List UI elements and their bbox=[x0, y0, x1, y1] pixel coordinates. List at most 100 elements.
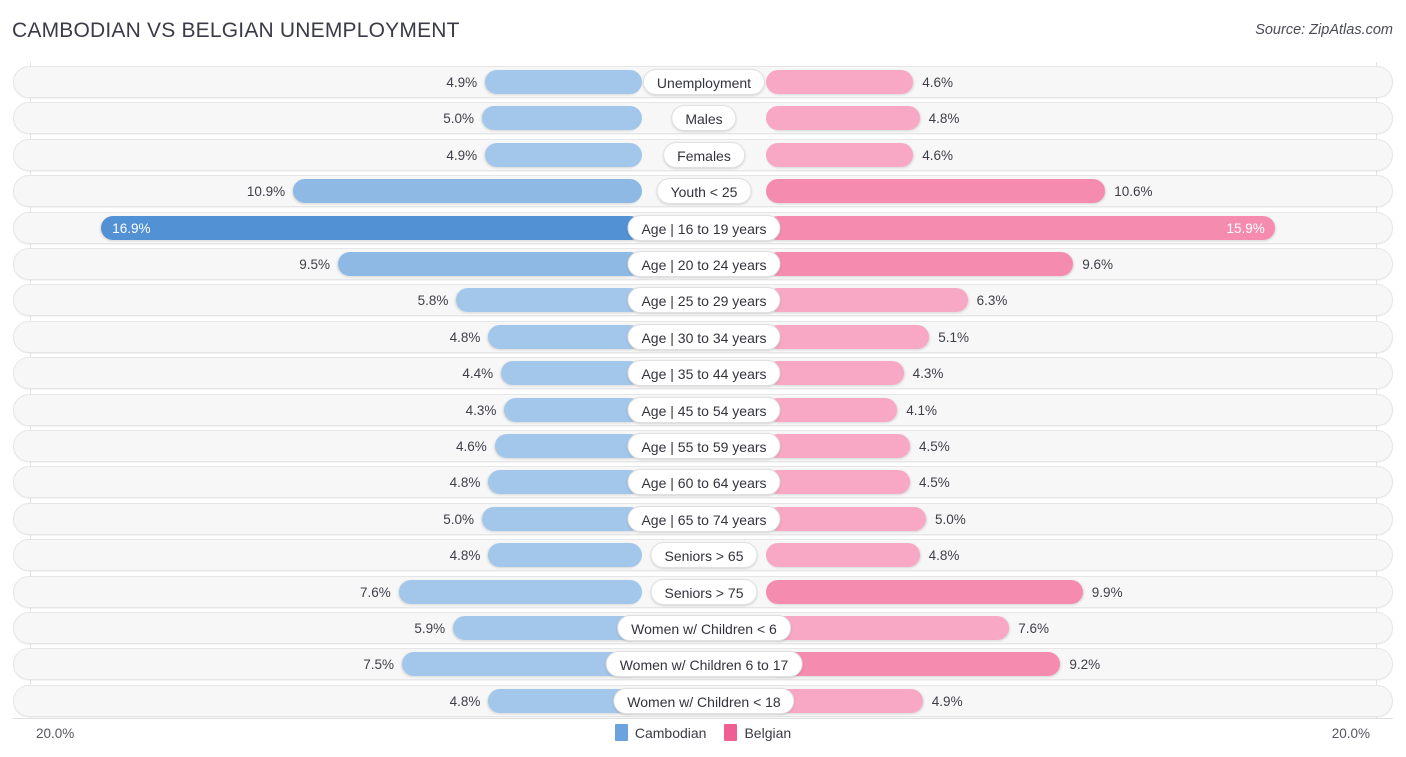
table-row: 4.8% 4.9% Women w/ Children < 18 bbox=[13, 684, 1393, 717]
legend-item: Cambodian bbox=[614, 724, 707, 741]
bar-value-belgian: 4.8% bbox=[928, 111, 960, 127]
bar-value-belgian: 6.3% bbox=[976, 293, 1008, 309]
bar-value-cambodian: 4.8% bbox=[449, 329, 481, 345]
category-label: Age | 16 to 19 years bbox=[627, 214, 781, 241]
bar-value-belgian: 4.9% bbox=[931, 693, 963, 709]
bar-value-cambodian: 5.8% bbox=[417, 293, 449, 309]
category-label: Women w/ Children < 18 bbox=[613, 687, 795, 714]
legend-item-label: Belgian bbox=[744, 724, 792, 741]
category-label: Seniors > 75 bbox=[650, 578, 758, 605]
bar-cambodian bbox=[501, 361, 642, 386]
bar-value-cambodian: 9.5% bbox=[299, 257, 330, 272]
bar-cambodian bbox=[293, 179, 642, 204]
bar-value-cambodian: 4.6% bbox=[456, 439, 487, 454]
bar-value-belgian: 10.6% bbox=[1114, 184, 1153, 200]
category-label: Age | 35 to 44 years bbox=[627, 360, 781, 387]
bar-cambodian bbox=[488, 543, 642, 568]
bar-cambodian bbox=[485, 142, 642, 167]
table-row: 4.9% 4.6% Unemployment bbox=[13, 66, 1393, 98]
bar-value-cambodian: 16.9% bbox=[112, 220, 151, 236]
bar-value-belgian: 15.9% bbox=[1226, 220, 1265, 236]
bar-belgian bbox=[766, 288, 968, 313]
bar-cambodian bbox=[485, 70, 642, 94]
bar-value-cambodian: 4.4% bbox=[462, 366, 494, 382]
table-row: 9.5% 9.6% Age | 20 to 24 years bbox=[13, 248, 1393, 280]
bar-value-cambodian: 7.6% bbox=[360, 584, 391, 600]
bar-belgian bbox=[766, 397, 898, 422]
bar-cambodian bbox=[482, 106, 642, 131]
footer-divider bbox=[13, 718, 1393, 719]
table-row: 4.6% 4.5% Age | 55 to 59 years bbox=[13, 430, 1393, 462]
category-label: Youth < 25 bbox=[656, 178, 752, 205]
bar-value-belgian: 5.0% bbox=[935, 511, 966, 527]
category-label: Age | 30 to 34 years bbox=[627, 323, 781, 350]
bar-value-cambodian: 5.0% bbox=[443, 111, 474, 127]
bar-belgian bbox=[766, 470, 910, 495]
bar-belgian bbox=[766, 324, 930, 349]
bar-value-belgian: 4.1% bbox=[906, 402, 937, 418]
chart-legend: Cambodian Belgian bbox=[0, 724, 1406, 741]
bar-value-belgian: 5.1% bbox=[938, 329, 969, 345]
source-attribution: Source: ZipAtlas.com bbox=[1255, 22, 1393, 38]
bar-value-belgian: 9.9% bbox=[1091, 584, 1123, 600]
table-row: 7.5% 9.2% Women w/ Children 6 to 17 bbox=[13, 648, 1393, 681]
category-label: Seniors > 65 bbox=[650, 542, 758, 569]
bar-value-belgian: 4.6% bbox=[922, 75, 953, 90]
bar-value-cambodian: 4.9% bbox=[446, 147, 478, 163]
legend-swatch-belgian bbox=[724, 724, 738, 741]
bar-belgian bbox=[766, 616, 1010, 640]
bar-cambodian bbox=[398, 579, 642, 604]
bar-belgian bbox=[766, 179, 1106, 204]
bar-value-cambodian: 5.9% bbox=[414, 621, 446, 636]
category-label: Age | 25 to 29 years bbox=[627, 287, 781, 314]
chart-footer: 20.0% 20.0% Cambodian Belgian bbox=[0, 718, 1406, 757]
legend-item-label: Cambodian bbox=[634, 724, 707, 741]
category-label: Women w/ Children < 6 bbox=[617, 615, 791, 641]
bar-value-cambodian: 4.3% bbox=[465, 402, 497, 418]
legend-item: Belgian bbox=[724, 724, 791, 741]
bar-value-belgian: 9.2% bbox=[1069, 657, 1101, 673]
bar-belgian bbox=[766, 652, 1061, 677]
bar-value-belgian: 4.5% bbox=[919, 439, 950, 454]
table-row: 4.8% 4.8% Seniors > 65 bbox=[13, 539, 1393, 572]
table-row: 5.9% 7.6% Women w/ Children < 6 bbox=[13, 612, 1393, 644]
bar-value-cambodian: 5.0% bbox=[443, 511, 474, 527]
bar-belgian bbox=[766, 142, 914, 167]
chart-plot-area: 4.9% 4.6% Unemployment 5.0% 4.8% Males 4.9% 4.6… bbox=[0, 62, 1406, 718]
table-row: 5.0% 5.0% Age | 65 to 74 years bbox=[13, 502, 1393, 535]
table-row: 4.4% 4.3% Age | 35 to 44 years bbox=[13, 357, 1393, 390]
category-label: Age | 20 to 24 years bbox=[627, 251, 781, 277]
category-label: Males bbox=[671, 105, 737, 132]
bar-value-cambodian: 4.9% bbox=[446, 75, 478, 90]
bar-cambodian bbox=[338, 252, 642, 276]
category-label: Age | 55 to 59 years bbox=[627, 433, 781, 459]
bar-value-belgian: 9.6% bbox=[1082, 257, 1113, 272]
category-label: Age | 60 to 64 years bbox=[627, 469, 781, 496]
bar-belgian bbox=[766, 106, 920, 131]
bar-value-belgian: 4.3% bbox=[912, 366, 944, 382]
bar-belgian bbox=[766, 434, 910, 458]
bar-cambodian bbox=[504, 397, 642, 422]
bar-belgian bbox=[766, 543, 920, 568]
table-row: 4.8% 4.5% Age | 60 to 64 years bbox=[13, 466, 1393, 499]
bar-belgian bbox=[766, 215, 1275, 240]
bar-belgian bbox=[766, 361, 904, 386]
category-label: Unemployment bbox=[642, 69, 766, 95]
bar-cambodian bbox=[482, 506, 642, 531]
bar-value-belgian: 4.8% bbox=[928, 548, 960, 564]
bar-cambodian bbox=[101, 215, 642, 240]
bar-belgian bbox=[766, 70, 914, 94]
table-row: 4.8% 5.1% Age | 30 to 34 years bbox=[13, 320, 1393, 353]
bar-belgian bbox=[766, 506, 926, 531]
bar-cambodian bbox=[488, 470, 642, 495]
category-label: Age | 65 to 74 years bbox=[627, 505, 781, 532]
category-label: Age | 45 to 54 years bbox=[627, 396, 781, 423]
table-row: 10.9% 10.6% Youth < 25 bbox=[13, 175, 1393, 208]
page-title: CAMBODIAN VS BELGIAN UNEMPLOYMENT bbox=[12, 19, 460, 42]
bar-value-belgian: 4.6% bbox=[922, 147, 953, 163]
table-row: 7.6% 9.9% Seniors > 75 bbox=[13, 575, 1393, 608]
bar-cambodian bbox=[494, 434, 642, 458]
bar-value-cambodian: 10.9% bbox=[246, 184, 286, 200]
table-row: 5.0% 4.8% Males bbox=[13, 102, 1393, 135]
bar-belgian bbox=[766, 579, 1083, 604]
